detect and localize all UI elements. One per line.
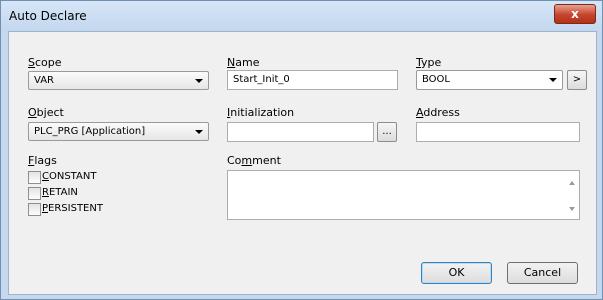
- checkbox-box[interactable]: [28, 171, 41, 184]
- type-browse-button[interactable]: >: [567, 70, 587, 90]
- scope-value: VAR: [34, 75, 54, 86]
- chevron-down-icon: [195, 130, 203, 134]
- name-label: Name: [227, 56, 260, 69]
- comment-label: Comment: [227, 154, 281, 167]
- retain-label: RETAIN: [42, 187, 78, 198]
- name-input[interactable]: Start_Init_0: [227, 70, 398, 90]
- dialog-title: Auto Declare: [9, 9, 87, 23]
- checkbox-box[interactable]: [28, 203, 41, 216]
- object-value: PLC_PRG [Application]: [34, 126, 146, 137]
- close-button[interactable]: x: [554, 4, 596, 24]
- object-dropdown[interactable]: PLC_PRG [Application]: [28, 122, 209, 141]
- scope-dropdown[interactable]: VAR: [28, 71, 209, 90]
- type-label: Type: [416, 56, 442, 69]
- cancel-button[interactable]: Cancel: [507, 262, 578, 284]
- constant-label: CONSTANT: [42, 171, 97, 182]
- initialization-label: Initialization: [227, 106, 295, 119]
- persistent-label: PERSISTENT: [42, 203, 103, 214]
- scope-label: Scope: [28, 56, 62, 69]
- name-value: Start_Init_0: [233, 74, 290, 85]
- close-icon: x: [571, 7, 579, 21]
- chevron-down-icon: [195, 79, 203, 83]
- scroll-up-icon[interactable]: [569, 181, 575, 185]
- scroll-down-icon[interactable]: [569, 207, 575, 211]
- object-label: Object: [28, 106, 64, 119]
- type-value: BOOL: [422, 74, 450, 85]
- dialog-body: Scope VAR Name Start_Init_0 Type BOOL > …: [8, 31, 597, 295]
- flags-label: Flags: [28, 154, 57, 167]
- ok-button[interactable]: OK: [421, 262, 492, 284]
- initialization-input[interactable]: [227, 122, 374, 142]
- checkbox-box[interactable]: [28, 187, 41, 200]
- auto-declare-dialog: Auto Declare x Scope VAR Name Start_Init…: [0, 0, 603, 300]
- chevron-down-icon[interactable]: [549, 78, 557, 82]
- title-bar[interactable]: Auto Declare x: [1, 1, 602, 31]
- comment-textarea[interactable]: [227, 170, 580, 220]
- type-combobox[interactable]: BOOL: [416, 70, 563, 90]
- initialization-browse-button[interactable]: ...: [377, 122, 397, 142]
- address-input[interactable]: [416, 122, 580, 142]
- address-label: Address: [416, 106, 460, 119]
